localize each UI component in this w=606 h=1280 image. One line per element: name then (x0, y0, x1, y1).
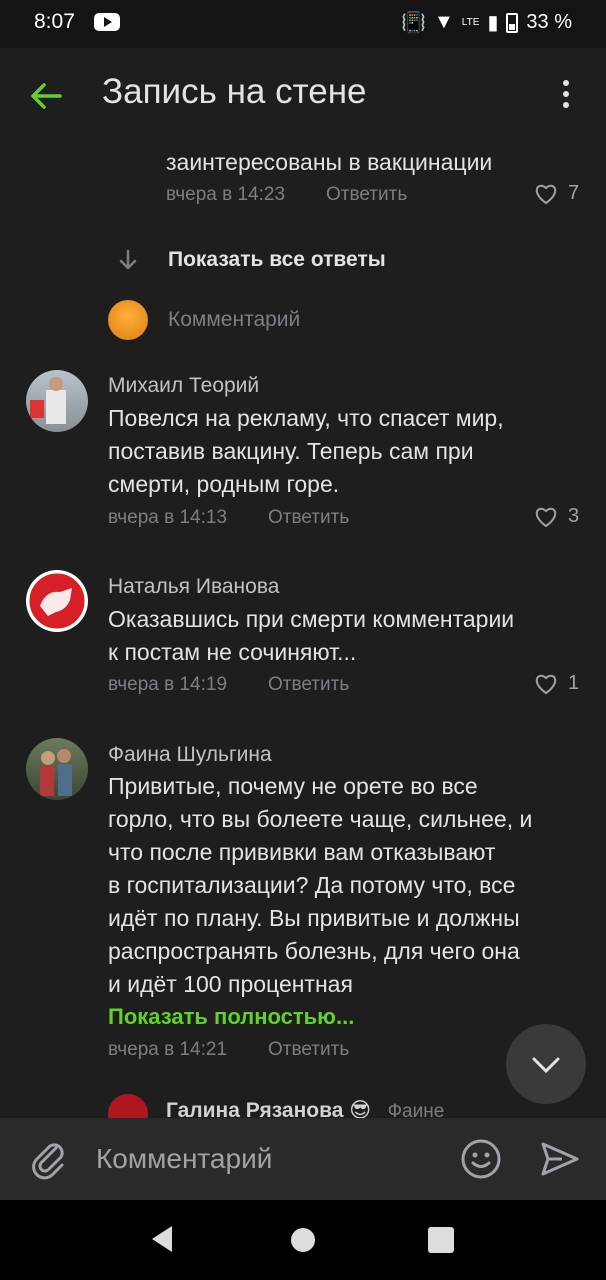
comment-text: Повелся на рекламу, что спасет мир, пост… (108, 402, 504, 501)
back-arrow-icon[interactable] (28, 78, 64, 114)
comment-input[interactable]: Комментарий (96, 1143, 272, 1175)
more-menu-icon[interactable] (556, 80, 576, 114)
heart-icon (535, 507, 557, 527)
reply-button[interactable]: Ответить (268, 1039, 349, 1061)
comment-time: вчера в 14:19 (108, 674, 228, 695)
network-label: LTE (461, 17, 480, 28)
reply-time: вчера в 14:23 (166, 184, 286, 205)
comment-author[interactable]: Наталья Иванова (108, 575, 279, 599)
avatar[interactable] (108, 1094, 148, 1118)
heart-icon (535, 674, 557, 694)
nav-recents-icon[interactable] (428, 1227, 454, 1253)
vibrate-icon: 📳 (401, 12, 426, 34)
comment-time: вчера в 14:21 (108, 1039, 228, 1060)
arrow-down-icon (119, 249, 137, 270)
comment-author[interactable]: Галина Рязанова 😎 (166, 1099, 371, 1118)
text-line: к постам не сочиняют... (108, 639, 357, 665)
reply-button[interactable]: Ответить (268, 507, 349, 529)
text-line: горло, что вы болеете чаще, сильнее, и (108, 806, 533, 832)
comment-composer (0, 1118, 606, 1200)
send-icon[interactable] (540, 1140, 580, 1178)
emoji-smile-icon[interactable] (460, 1138, 502, 1180)
nav-home-icon[interactable] (291, 1228, 315, 1252)
text-line: в госпитализации? Да потому что, все (108, 872, 516, 898)
reply-to: Фаине (387, 1101, 445, 1118)
avatar[interactable] (26, 570, 88, 632)
battery-percent: 33 % (526, 11, 572, 33)
wifi-icon: ▼ (433, 11, 454, 33)
text-line: идёт по плану. Вы привитые и должны (108, 905, 520, 931)
heart-icon (535, 184, 557, 204)
like-count: 7 (568, 182, 580, 204)
like-count: 3 (568, 505, 580, 527)
text-line: поставив вакцину. Теперь сам при (108, 438, 474, 464)
like-button[interactable]: 7 (534, 182, 579, 205)
comment-text: Привитые, почему не орете во все горло, … (108, 770, 532, 1001)
reply-text: заинтересованы в вакцинации (166, 149, 493, 175)
chevron-down-icon (532, 1057, 560, 1074)
reply-comment-input[interactable]: Комментарий (168, 308, 300, 332)
status-icons: 📳 ▼ LTE ▮ 33 % (401, 10, 572, 35)
like-button[interactable]: 1 (534, 672, 579, 695)
text-line: Оказавшись при смерти комментарии (108, 606, 515, 632)
attach-paperclip-icon[interactable] (28, 1138, 70, 1180)
comment-author[interactable]: Фаина Шульгина (108, 743, 272, 767)
reply-button[interactable]: Ответить (326, 184, 407, 206)
like-button[interactable]: 3 (534, 505, 579, 528)
text-line: Привитые, почему не орете во все (108, 773, 478, 799)
text-line: смерти, родным горе. (108, 471, 340, 497)
comment-text: Оказавшись при смерти комментарии к пост… (108, 603, 514, 669)
battery-icon (506, 12, 519, 33)
show-all-replies-button[interactable]: Показать все ответы (168, 248, 386, 272)
my-avatar (108, 300, 148, 340)
signal-icon: ▮ (487, 12, 499, 34)
status-time: 8:07 (34, 10, 75, 33)
text-line: и идёт 100 процентная (108, 971, 353, 997)
page-title: Запись на стене (102, 72, 367, 111)
text-line: Повелся на рекламу, что спасет мир, (108, 405, 504, 431)
comment-author[interactable]: Михаил Теорий (108, 374, 259, 398)
avatar[interactable] (26, 370, 88, 432)
avatar[interactable] (26, 738, 88, 800)
reply-button[interactable]: Ответить (268, 674, 349, 696)
like-count: 1 (568, 672, 580, 694)
comment-header-clipped: Галина Рязанова 😎 Фаине (166, 1098, 586, 1118)
text-line: распространять болезнь, для чего она (108, 938, 520, 964)
youtube-notification-icon (94, 13, 120, 31)
nav-back-icon[interactable] (148, 1224, 176, 1254)
comment-time: вчера в 14:13 (108, 507, 228, 528)
show-more-link[interactable]: Показать полностью... (108, 1004, 354, 1030)
scroll-down-button[interactable] (506, 1024, 586, 1104)
text-line: что после прививки вам отказывают (108, 839, 496, 865)
